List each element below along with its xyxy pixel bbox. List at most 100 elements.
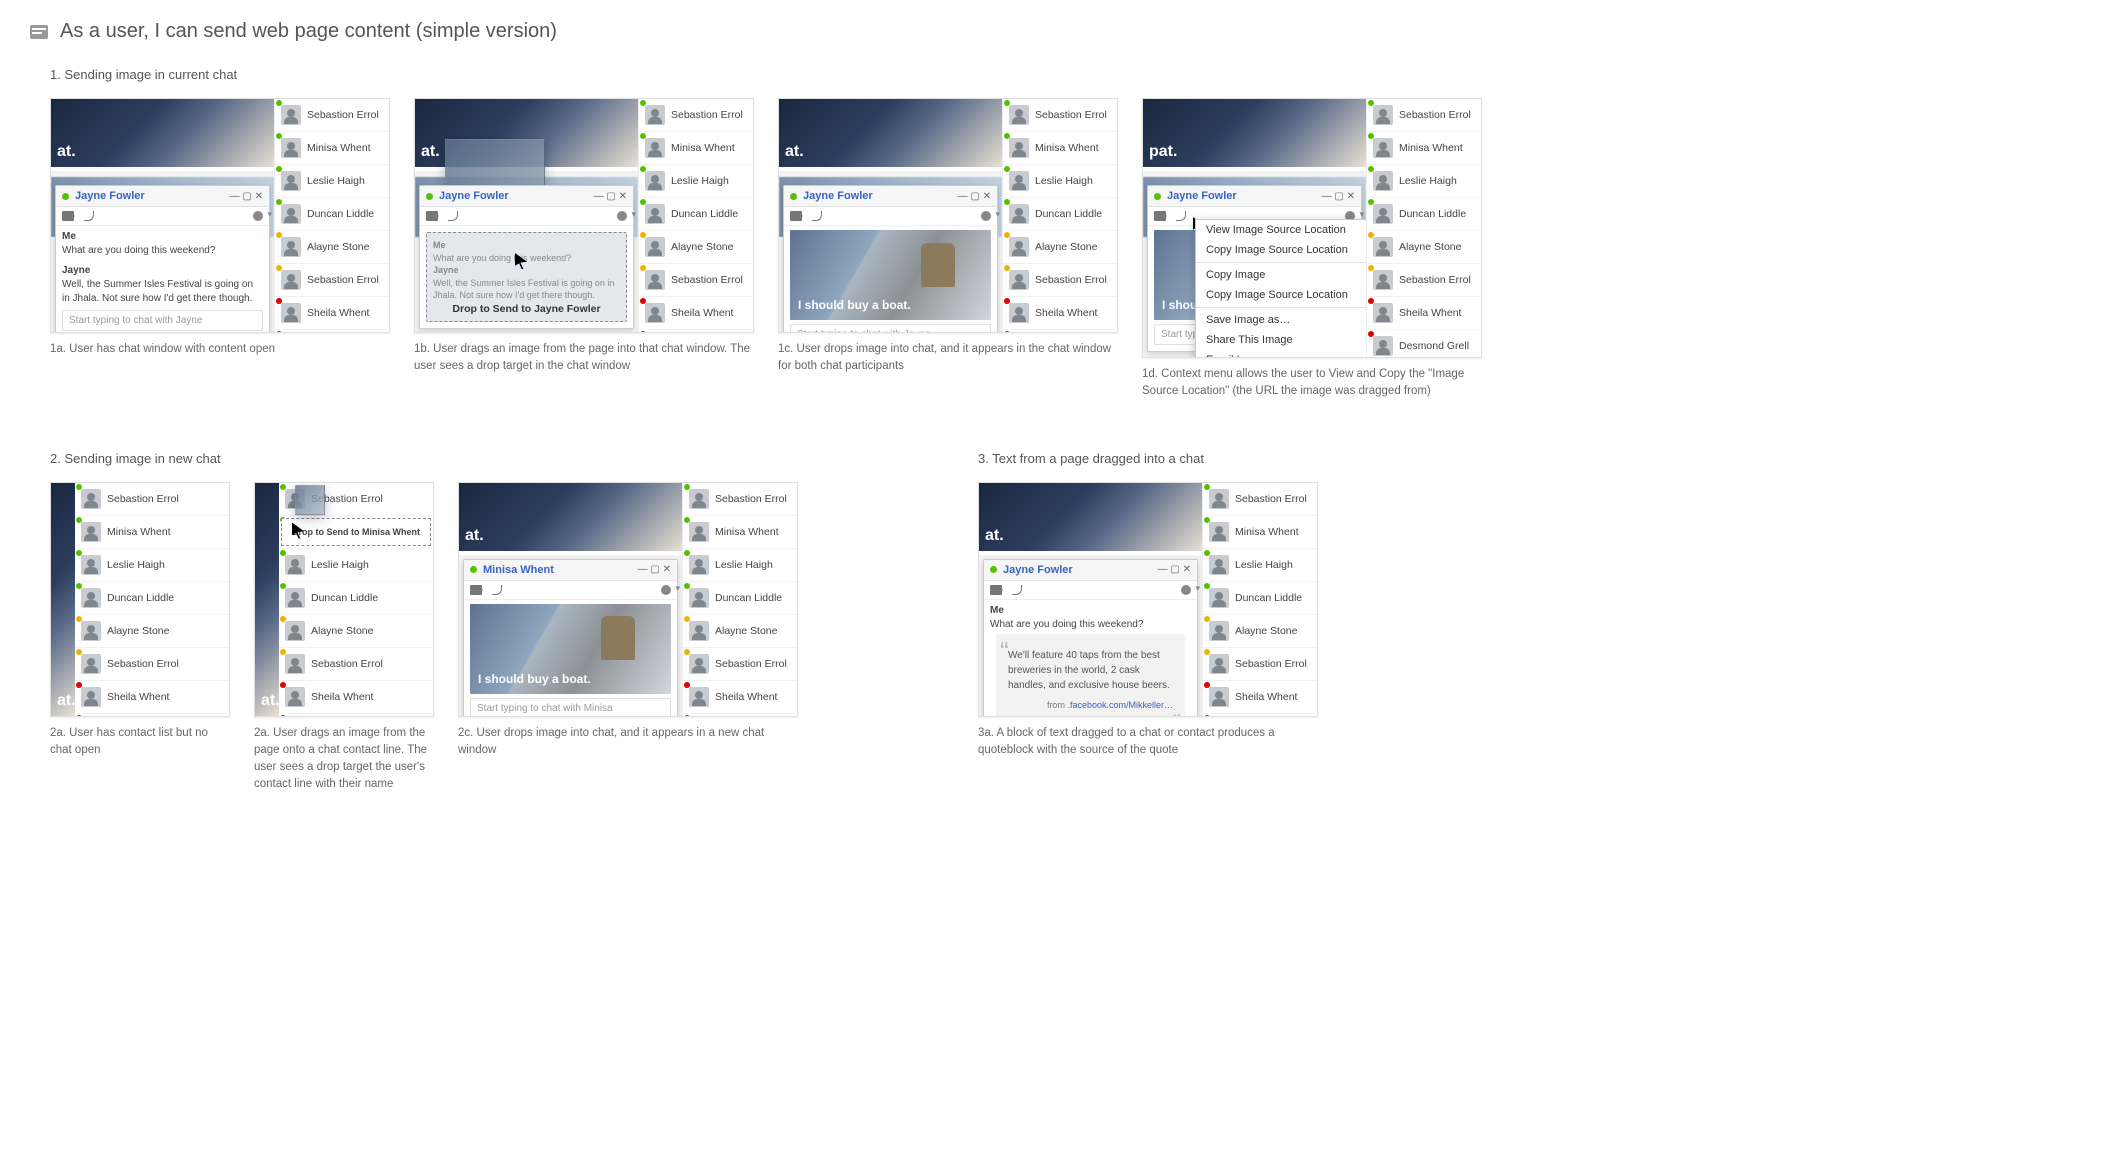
contact-row[interactable]: Duncan Liddle: [683, 582, 797, 615]
video-icon[interactable]: [990, 585, 1002, 595]
phone-icon[interactable]: [812, 211, 822, 221]
contact-row[interactable]: Leslie Haigh: [275, 165, 389, 198]
contact-row[interactable]: Leslie Haigh: [1203, 549, 1317, 582]
contact-row[interactable]: Desmond Grell: [683, 714, 797, 717]
contact-row[interactable]: Desmond Grell: [1367, 330, 1481, 358]
gear-icon[interactable]: [253, 211, 263, 221]
contact-row[interactable]: Sebastion Errol: [1203, 648, 1317, 681]
contact-row[interactable]: Desmond Grell: [1203, 714, 1317, 717]
contact-row[interactable]: Alayne Stone: [279, 615, 433, 648]
contact-row[interactable]: Sheila Whent: [275, 297, 389, 330]
contact-row[interactable]: Leslie Haigh: [1003, 165, 1117, 198]
menu-copy-image-source[interactable]: Copy Image Source Location: [1196, 240, 1366, 260]
contact-row[interactable]: Sheila Whent: [1203, 681, 1317, 714]
quote-source-link[interactable]: .facebook.com/Mikkeller…: [1067, 700, 1173, 710]
sent-image[interactable]: I should buy a boat.: [470, 604, 671, 694]
chat-header[interactable]: Jayne Fowler — ▢ ✕: [1148, 186, 1361, 207]
contact-row[interactable]: Sebastion Errol: [639, 264, 753, 297]
gear-icon[interactable]: [1181, 585, 1191, 595]
contact-row[interactable]: Minisa Whent: [683, 516, 797, 549]
contact-row[interactable]: Sebastion Errol: [1003, 99, 1117, 132]
contact-row[interactable]: Desmond Grell: [1003, 330, 1117, 333]
contact-row[interactable]: Minisa Whent: [75, 516, 229, 549]
chat-window[interactable]: Jayne Fowler — ▢ ✕ MeWhat are you doing …: [419, 185, 634, 329]
contact-row[interactable]: Sebastion Errol: [1203, 483, 1317, 516]
contact-row[interactable]: Sebastion Errol: [1367, 264, 1481, 297]
contact-row[interactable]: Sebastion Errol: [75, 483, 229, 516]
menu-save-image-as[interactable]: Save Image as…: [1196, 310, 1366, 330]
video-icon[interactable]: [62, 211, 74, 221]
chat-window[interactable]: Jayne Fowler — ▢ ✕ Me What are you doing…: [55, 185, 270, 332]
video-icon[interactable]: [1154, 211, 1166, 221]
video-icon[interactable]: [470, 585, 482, 595]
contact-row[interactable]: Alayne Stone: [1367, 231, 1481, 264]
chat-window[interactable]: Jayne Fowler — ▢ ✕ Me What are you doing…: [983, 559, 1198, 716]
phone-icon[interactable]: [492, 585, 502, 595]
window-controls[interactable]: — ▢ ✕: [230, 191, 263, 202]
contact-row[interactable]: Sebastion Errol: [1367, 99, 1481, 132]
gear-icon[interactable]: [981, 211, 991, 221]
phone-icon[interactable]: [84, 211, 94, 221]
contact-row[interactable]: Minisa Whent: [275, 132, 389, 165]
chat-input[interactable]: Start typing to chat with Jayne: [62, 310, 263, 331]
contact-row[interactable]: Leslie Haigh: [75, 549, 229, 582]
contact-row[interactable]: Duncan Liddle: [75, 582, 229, 615]
video-icon[interactable]: [426, 211, 438, 221]
contact-row[interactable]: Sebastion Errol: [1003, 264, 1117, 297]
contact-row[interactable]: Alayne Stone: [1203, 615, 1317, 648]
window-controls[interactable]: — ▢ ✕: [1322, 191, 1355, 202]
contact-row[interactable]: Sebastion Errol: [275, 264, 389, 297]
contact-row[interactable]: Duncan Liddle: [1003, 198, 1117, 231]
contact-row[interactable]: Desmond Grell: [75, 714, 229, 717]
contact-row[interactable]: Sheila Whent: [1003, 297, 1117, 330]
contact-row[interactable]: Desmond Grell: [279, 714, 433, 717]
contact-row[interactable]: Sebastion Errol: [275, 99, 389, 132]
window-controls[interactable]: — ▢ ✕: [638, 564, 671, 575]
chat-header[interactable]: Minisa Whent — ▢ ✕: [464, 560, 677, 581]
chat-input[interactable]: Start typing to chat with Minisa: [470, 698, 671, 716]
sent-image[interactable]: I should buy a boat.: [790, 230, 991, 320]
chat-window[interactable]: Jayne Fowler — ▢ ✕ I should buy a boat. …: [783, 185, 998, 332]
window-controls[interactable]: — ▢ ✕: [1158, 564, 1191, 575]
chat-header[interactable]: Jayne Fowler — ▢ ✕: [784, 186, 997, 207]
contact-row[interactable]: Minisa Whent: [1203, 516, 1317, 549]
contact-row[interactable]: Minisa Whent: [639, 132, 753, 165]
contact-row[interactable]: Duncan Liddle: [639, 198, 753, 231]
gear-icon[interactable]: [661, 585, 671, 595]
chat-input[interactable]: Start typing to chat with Jayne: [790, 324, 991, 332]
phone-icon[interactable]: [1176, 211, 1186, 221]
contact-row[interactable]: Duncan Liddle: [1367, 198, 1481, 231]
window-controls[interactable]: — ▢ ✕: [594, 191, 627, 202]
context-menu[interactable]: View Image Source Location Copy Image So…: [1195, 219, 1366, 357]
contact-row[interactable]: Alayne Stone: [639, 231, 753, 264]
contact-row[interactable]: Sheila Whent: [1367, 297, 1481, 330]
contact-row[interactable]: Sheila Whent: [279, 681, 433, 714]
drop-target[interactable]: MeWhat are you doing this weekend? Jayne…: [426, 232, 627, 322]
chat-window[interactable]: Minisa Whent — ▢ ✕ I should buy a boat. …: [463, 559, 678, 716]
contact-row[interactable]: Alayne Stone: [75, 615, 229, 648]
contact-row[interactable]: Alayne Stone: [683, 615, 797, 648]
contact-row[interactable]: Duncan Liddle: [1203, 582, 1317, 615]
contact-row[interactable]: Duncan Liddle: [275, 198, 389, 231]
chat-header[interactable]: Jayne Fowler — ▢ ✕: [984, 560, 1197, 581]
contact-row[interactable]: Desmond Grell: [275, 330, 389, 333]
contact-row[interactable]: Sebastion Errol: [75, 648, 229, 681]
contact-row[interactable]: Sheila Whent: [683, 681, 797, 714]
phone-icon[interactable]: [448, 211, 458, 221]
chat-header[interactable]: Jayne Fowler — ▢ ✕: [420, 186, 633, 207]
menu-copy-image[interactable]: Copy Image: [1196, 265, 1366, 285]
contact-row[interactable]: Sebastion Errol: [683, 648, 797, 681]
contact-row[interactable]: Minisa Whent: [1367, 132, 1481, 165]
window-controls[interactable]: — ▢ ✕: [958, 191, 991, 202]
chat-header[interactable]: Jayne Fowler — ▢ ✕: [56, 186, 269, 207]
contact-row[interactable]: Sheila Whent: [75, 681, 229, 714]
contact-row[interactable]: Sebastion Errol: [279, 648, 433, 681]
contact-row[interactable]: Leslie Haigh: [683, 549, 797, 582]
video-icon[interactable]: [790, 211, 802, 221]
contact-row[interactable]: Leslie Haigh: [639, 165, 753, 198]
contact-row[interactable]: Leslie Haigh: [1367, 165, 1481, 198]
contact-row[interactable]: Leslie Haigh: [279, 549, 433, 582]
contact-row[interactable]: Alayne Stone: [275, 231, 389, 264]
menu-view-image-source[interactable]: View Image Source Location: [1196, 220, 1366, 240]
contact-row[interactable]: Duncan Liddle: [279, 582, 433, 615]
